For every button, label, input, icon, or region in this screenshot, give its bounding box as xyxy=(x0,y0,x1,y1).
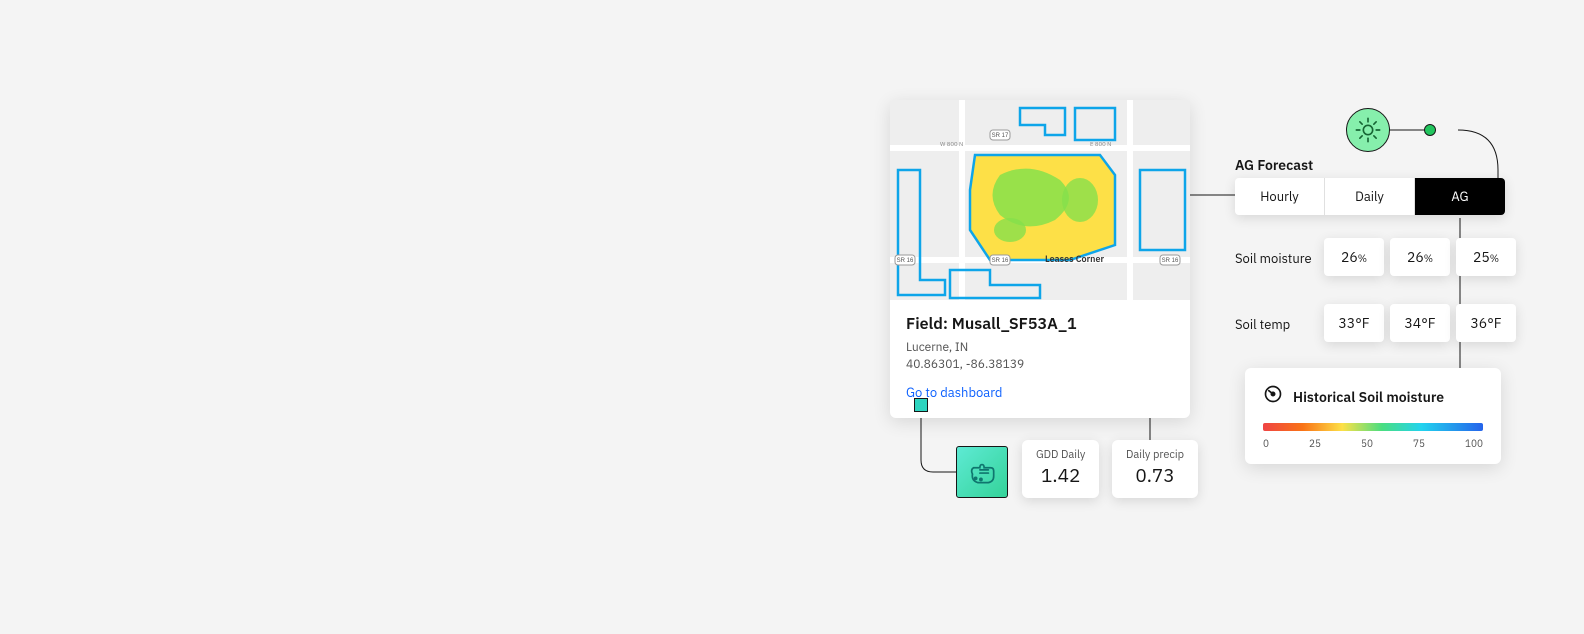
gauge-icon xyxy=(1263,384,1283,409)
field-coordinates: 40.86301, -86.38139 xyxy=(906,357,1174,374)
soil-temp-values: 33°F 34°F 36°F xyxy=(1324,304,1516,342)
sun-icon xyxy=(1346,108,1390,152)
precip-value: 0.73 xyxy=(1126,464,1184,488)
field-title: Field: Musall_SF53A_1 xyxy=(906,314,1174,334)
daily-precip-metric: Daily precip 0.73 xyxy=(1112,440,1198,498)
soil-temp-val-1: 33°F xyxy=(1324,304,1384,342)
historical-soil-moisture-panel: Historical Soil moisture 0 25 50 75 100 xyxy=(1245,368,1501,464)
svg-text:SR 16: SR 16 xyxy=(1162,258,1179,264)
gdd-value: 1.42 xyxy=(1036,464,1085,488)
field-map-image: SR 17 SR 16 SR 16 SR 16 Leases Corner W … xyxy=(890,100,1190,300)
map-label-leases-corner: Leases Corner xyxy=(1045,254,1104,265)
soil-temp-label: Soil temp xyxy=(1235,316,1290,333)
soil-temp-val-2: 34°F xyxy=(1390,304,1450,342)
tab-ag[interactable]: AG xyxy=(1415,178,1505,215)
historical-title: Historical Soil moisture xyxy=(1293,388,1444,406)
moisture-scale: 0 25 50 75 100 xyxy=(1263,437,1483,450)
soil-moisture-label: Soil moisture xyxy=(1235,250,1312,267)
field-map-card: SR 17 SR 16 SR 16 SR 16 Leases Corner W … xyxy=(890,100,1190,418)
svg-text:W 800 N: W 800 N xyxy=(940,140,963,148)
soil-moisture-val-2: 26% xyxy=(1390,238,1450,276)
gdd-daily-metric: GDD Daily 1.42 xyxy=(1022,440,1099,498)
field-location: Lucerne, IN xyxy=(906,340,1174,357)
svg-text:SR 16: SR 16 xyxy=(992,258,1009,264)
moisture-gradient-legend xyxy=(1263,423,1483,431)
soil-temp-val-3: 36°F xyxy=(1456,304,1516,342)
gdd-label: GDD Daily xyxy=(1036,448,1085,462)
tab-hourly[interactable]: Hourly xyxy=(1235,178,1325,215)
soil-moisture-val-1: 26% xyxy=(1324,238,1384,276)
connector-node xyxy=(914,398,928,412)
svg-text:SR 16: SR 16 xyxy=(897,258,914,264)
tab-daily[interactable]: Daily xyxy=(1325,178,1415,215)
precip-label: Daily precip xyxy=(1126,448,1184,462)
soil-moisture-val-3: 25% xyxy=(1456,238,1516,276)
forecast-title: AG Forecast xyxy=(1235,156,1313,174)
svg-text:SR 17: SR 17 xyxy=(992,133,1009,139)
soil-sensor-icon xyxy=(956,446,1008,498)
connector-dot xyxy=(1424,124,1436,136)
svg-text:E 800 N: E 800 N xyxy=(1090,140,1111,148)
forecast-tabs: Hourly Daily AG xyxy=(1235,178,1505,215)
soil-moisture-values: 26% 26% 25% xyxy=(1324,238,1516,276)
